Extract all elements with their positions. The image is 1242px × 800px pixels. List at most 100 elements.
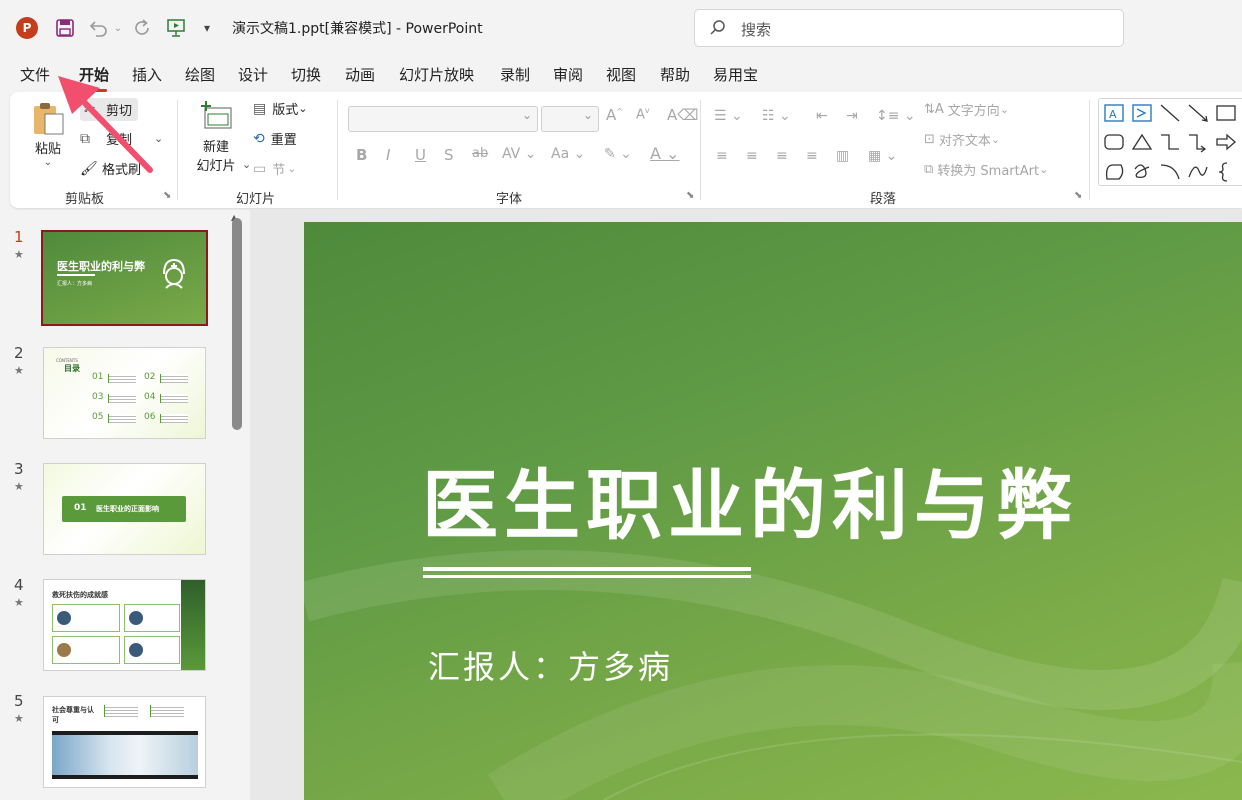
slide-thumbnail-4[interactable]: 救死扶伤的成就感 — [43, 579, 206, 671]
vertical-textbox-shape-icon[interactable] — [1132, 104, 1152, 122]
tab-design[interactable]: 设计 — [238, 64, 268, 85]
text-direction-button[interactable]: ⇅A 文字方向 ⌄ — [924, 100, 1009, 119]
align-left-icon[interactable]: ≡ — [716, 148, 728, 164]
undo-icon[interactable] — [86, 16, 110, 40]
font-name-combo[interactable] — [348, 106, 538, 132]
curve-shape-icon[interactable] — [1188, 166, 1208, 178]
numbering-icon[interactable]: ☷ ⌄ — [762, 108, 791, 124]
slide-thumbnail-1[interactable]: 医生职业的利与弊 汇报人：方多病 — [41, 230, 208, 326]
elbow-connector-shape-icon[interactable] — [1161, 134, 1179, 150]
layout-button[interactable]: ▤ 版式 ⌄ — [253, 99, 307, 119]
content-card — [52, 636, 120, 664]
rectangle-shape-icon[interactable] — [1216, 105, 1236, 121]
align-right-icon[interactable]: ≡ — [776, 148, 788, 164]
slide-title[interactable]: 医生职业的利与弊 — [422, 444, 1078, 554]
slide-thumbnail-5[interactable]: 社会尊重与认可 — [43, 696, 206, 788]
font-launcher-icon[interactable]: ⬊ — [686, 190, 694, 201]
paragraph-launcher-icon[interactable]: ⬊ — [1074, 190, 1082, 201]
main-slide[interactable]: 医生职业的利与弊 汇报人：方多病 — [304, 222, 1242, 800]
bullets-icon[interactable]: ☰ ⌄ — [714, 108, 743, 124]
format-painter-button[interactable]: 🖌 格式刷 — [80, 159, 141, 179]
tab-animations[interactable]: 动画 — [345, 64, 375, 85]
justify-icon[interactable]: ≡ — [806, 148, 818, 164]
group-label-font: 字体 — [496, 192, 523, 207]
title-underline — [423, 567, 751, 571]
columns-icon[interactable]: ▦ ⌄ — [868, 148, 897, 164]
increase-indent-icon[interactable]: ⇥ — [846, 108, 858, 124]
convert-smartart-button[interactable]: ⧉ 转换为 SmartArt ⌄ — [924, 160, 1048, 179]
save-icon[interactable] — [54, 16, 76, 40]
section-index: 01 — [74, 503, 87, 513]
triangle-shape-icon[interactable] — [1131, 133, 1153, 150]
new-slide-button[interactable]: 新建 幻灯片 — [188, 100, 244, 174]
text-shadow-icon[interactable]: S — [444, 146, 454, 164]
content-card — [52, 604, 120, 632]
section-button[interactable]: ▭ 节 ⌄ — [253, 159, 296, 179]
tab-draw[interactable]: 绘图 — [185, 64, 215, 85]
tab-home[interactable]: 开始 — [79, 64, 109, 92]
grow-font-icon[interactable]: A^ — [606, 106, 623, 124]
tab-record[interactable]: 录制 — [500, 64, 530, 85]
font-color-icon[interactable]: A ⌄ — [650, 144, 679, 163]
tab-help[interactable]: 帮助 — [660, 64, 690, 85]
smartart-icon: ⧉ — [924, 162, 934, 177]
clipboard-launcher-icon[interactable]: ⬊ — [163, 190, 171, 201]
reset-button[interactable]: ⟲ 重置 — [253, 129, 297, 149]
textbox-shape-icon[interactable]: A — [1104, 104, 1124, 122]
toc-number: 04 — [144, 392, 156, 402]
rounded-rect-shape-icon[interactable] — [1104, 134, 1124, 150]
arrow-line-shape-icon[interactable] — [1188, 104, 1208, 122]
new-slide-dropdown-icon[interactable]: ⌄ — [242, 158, 251, 171]
strikethrough-icon[interactable]: ab — [472, 146, 488, 161]
toc-number: 06 — [144, 412, 156, 422]
arc-shape-icon[interactable] — [1160, 164, 1180, 180]
tab-file[interactable]: 文件 — [20, 64, 50, 85]
font-size-combo[interactable] — [541, 106, 599, 132]
cut-button[interactable]: ✂ 剪切 — [80, 98, 139, 121]
toc-text-placeholder — [160, 414, 188, 423]
scribble-shape-icon[interactable] — [1134, 164, 1150, 178]
clear-formatting-icon[interactable]: A⌫ — [667, 106, 698, 124]
align-center-icon[interactable]: ≡ — [746, 148, 758, 164]
customize-toolbar-icon[interactable]: ▾ — [198, 16, 216, 40]
align-text-button[interactable]: ⊡ 对齐文本 ⌄ — [924, 130, 1000, 149]
slide-thumbnail-2[interactable]: CONTENTS 目录 01 02 03 04 05 06 — [43, 347, 206, 439]
brace-shape-icon[interactable] — [1218, 162, 1228, 182]
paste-button[interactable]: 粘贴 ⌄ — [30, 100, 66, 168]
freeform-shape-icon[interactable] — [1105, 164, 1124, 180]
character-spacing-icon[interactable]: AV ⌄ — [502, 146, 536, 162]
shapes-gallery[interactable]: A — [1098, 98, 1242, 186]
thumbnail-scrollbar[interactable] — [232, 218, 242, 430]
distributed-icon[interactable]: ▥ — [836, 148, 849, 164]
copy-button[interactable]: ⧉ 复制 ⌄ — [80, 129, 163, 149]
search-input[interactable]: 搜索 — [694, 9, 1124, 47]
slide-subtitle[interactable]: 汇报人：方多病 — [428, 642, 673, 688]
paste-dropdown-icon: ⌄ — [43, 157, 53, 168]
new-slide-label-2: 幻灯片 — [196, 159, 236, 174]
slide-thumbnail-3[interactable]: 01 医生职业的正面影响 — [43, 463, 206, 555]
tab-slideshow[interactable]: 幻灯片放映 — [399, 64, 474, 85]
redo-icon[interactable] — [130, 16, 154, 40]
slide-number: 3 — [14, 460, 24, 478]
tab-view[interactable]: 视图 — [606, 64, 636, 85]
change-case-icon[interactable]: Aa ⌄ — [551, 146, 585, 162]
paste-icon — [34, 103, 64, 135]
elbow-arrow-shape-icon[interactable] — [1189, 134, 1207, 153]
line-shape-icon[interactable] — [1160, 104, 1180, 122]
bold-icon[interactable]: B — [356, 146, 367, 164]
present-from-beginning-icon[interactable] — [164, 16, 188, 40]
thumb-underline — [57, 274, 95, 276]
tab-transitions[interactable]: 切换 — [291, 64, 321, 85]
shrink-font-icon[interactable]: Av — [636, 106, 650, 122]
undo-dropdown-icon[interactable]: ⌄ — [112, 16, 124, 40]
tab-easytools[interactable]: 易用宝 — [713, 64, 758, 85]
line-spacing-icon[interactable]: ↕≡ ⌄ — [876, 108, 916, 124]
tab-review[interactable]: 审阅 — [553, 64, 583, 85]
block-arrow-shape-icon[interactable] — [1216, 133, 1236, 151]
underline-icon[interactable]: U — [415, 146, 426, 164]
decrease-indent-icon[interactable]: ⇤ — [816, 108, 828, 124]
highlight-color-icon[interactable]: ✎ ⌄ — [604, 146, 632, 162]
tab-insert[interactable]: 插入 — [132, 64, 162, 85]
italic-icon[interactable]: I — [386, 146, 390, 164]
doctor-icon — [163, 258, 185, 289]
